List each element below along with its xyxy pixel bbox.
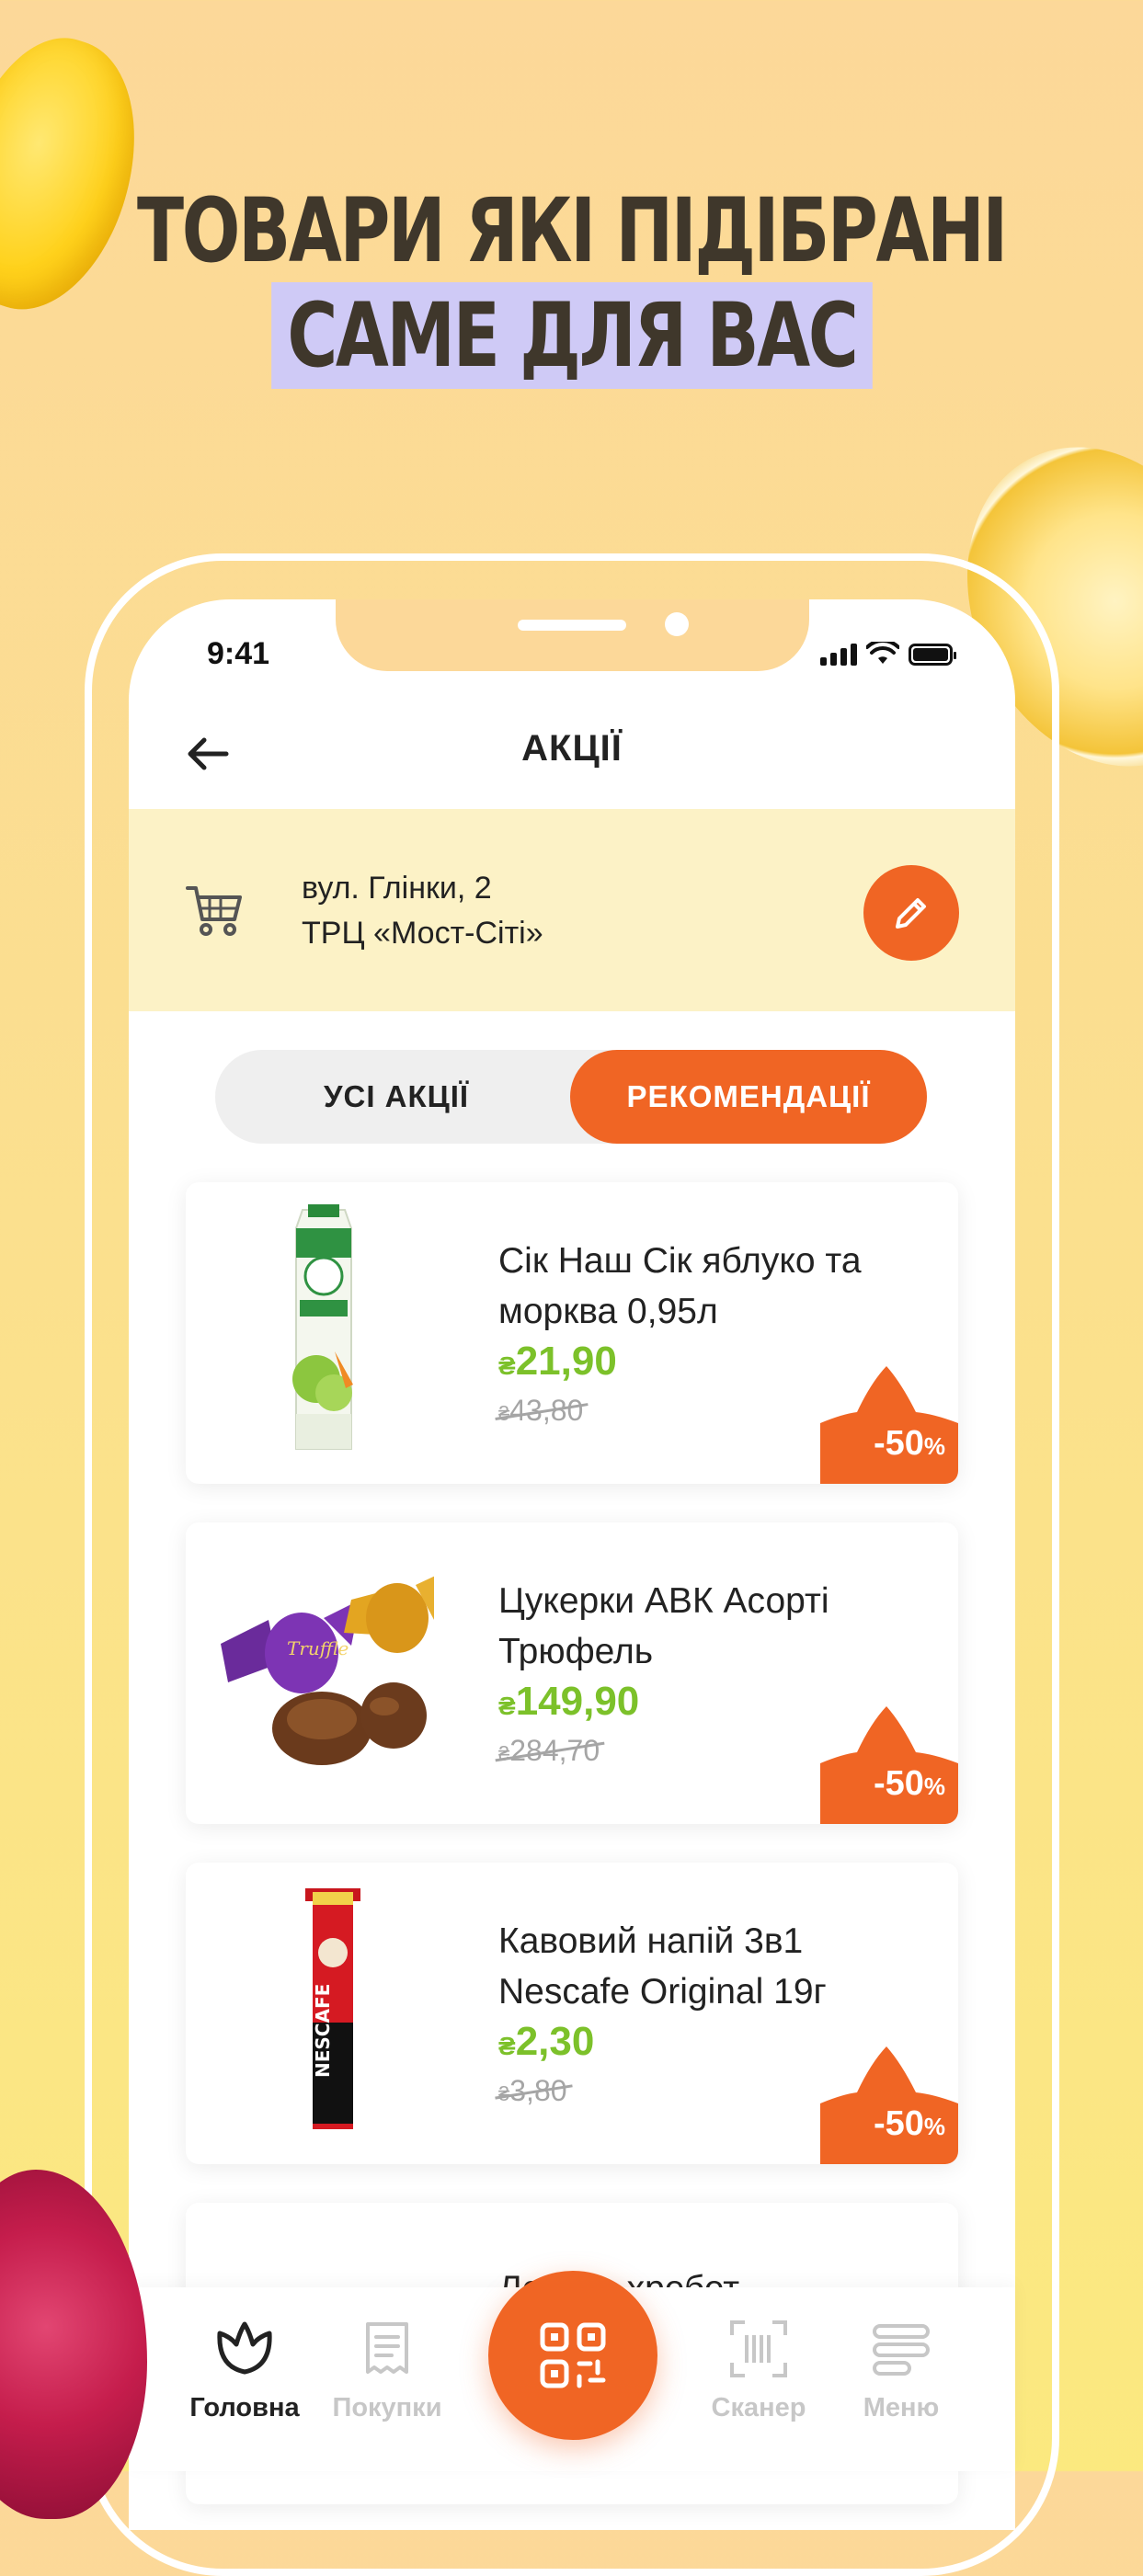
tab-scanner-label: Сканер xyxy=(711,2393,806,2422)
tab-home-label: Головна xyxy=(189,2393,300,2422)
juice-carton-image xyxy=(292,1204,353,1450)
battery-icon xyxy=(909,644,956,666)
wifi-icon xyxy=(866,642,899,664)
qr-code-button[interactable] xyxy=(488,2271,657,2440)
product-name: Кавовий напій 3в1 Nescafe Original 19г xyxy=(498,1921,827,2012)
tab-scanner[interactable]: Сканер xyxy=(685,2317,832,2423)
discount-badge: -50% xyxy=(873,1424,945,1463)
product-price: ₴21,90 xyxy=(498,1339,617,1384)
qr-code-icon xyxy=(540,2322,606,2388)
cart-icon xyxy=(186,886,242,936)
store-mall-name: ТРЦ «Мост-Сіті» xyxy=(302,916,543,951)
speaker xyxy=(518,620,626,631)
receipt-icon xyxy=(366,2322,408,2374)
store-address: вул. Глінки, 2 xyxy=(302,871,492,906)
edit-store-button[interactable] xyxy=(863,865,959,961)
product-name: Цукерки АВК Асорті Трюфель xyxy=(498,1581,829,1671)
tab-menu[interactable]: Меню xyxy=(828,2317,975,2423)
product-card[interactable]: Сік Наш Сік яблуко та морква 0,95л ₴21,9… xyxy=(186,1182,958,1484)
product-price: ₴149,90 xyxy=(498,1679,640,1724)
promo-headline: ТОВАРИ ЯКІ ПІДІБРАНІ САМЕ ДЛЯ ВАС xyxy=(0,179,1143,389)
product-old-price: ₴3,80 xyxy=(498,2074,567,2107)
tab-home[interactable]: Головна xyxy=(171,2317,318,2423)
headline-line1: ТОВАРИ ЯКІ ПІДІБРАНІ xyxy=(137,179,1008,282)
page-title: АКЦІЇ xyxy=(521,728,623,769)
product-price: ₴2,30 xyxy=(498,2019,595,2064)
tab-menu-label: Меню xyxy=(863,2393,940,2422)
discount-badge: -50% xyxy=(873,2104,945,2143)
tab-purchases[interactable]: Покупки xyxy=(314,2317,461,2423)
product-old-price: ₴284,70 xyxy=(498,1734,600,1767)
pencil-icon xyxy=(896,898,926,929)
status-time: 9:41 xyxy=(207,636,270,671)
svg-text:Truffle: Truffle xyxy=(287,1637,349,1659)
product-card[interactable]: Truffle Цукерки АВК Асорті Трюфель ₴149,… xyxy=(186,1522,958,1824)
camera xyxy=(665,612,689,636)
svg-text:NESCAFE: NESCAFE xyxy=(312,1984,334,2078)
tulip-home-icon xyxy=(217,2321,272,2375)
discount-badge: -50% xyxy=(873,1764,945,1803)
phone-notch xyxy=(336,599,809,671)
status-icons xyxy=(820,642,956,666)
headline-line2: САМЕ ДЛЯ ВАС xyxy=(270,282,873,389)
coffee-stick-image: NESCAFE xyxy=(305,1888,360,2129)
barcode-scanner-icon xyxy=(730,2320,787,2377)
product-name: Сік Наш Сік яблуко та морква 0,95л xyxy=(498,1241,862,1331)
tab-purchases-label: Покупки xyxy=(332,2393,442,2422)
product-card[interactable]: NESCAFE Кавовий напій 3в1 Nescafe Origin… xyxy=(186,1863,958,2164)
tab-all-promos[interactable]: УСІ АКЦІЇ xyxy=(215,1050,577,1144)
menu-icon xyxy=(873,2324,930,2376)
product-old-price: ₴43,80 xyxy=(498,1394,584,1427)
truffle-candies-image: Truffle xyxy=(221,1576,434,1765)
signal-icon xyxy=(820,644,857,666)
tab-recommendations[interactable]: РЕКОМЕНДАЦІЇ xyxy=(570,1050,927,1144)
